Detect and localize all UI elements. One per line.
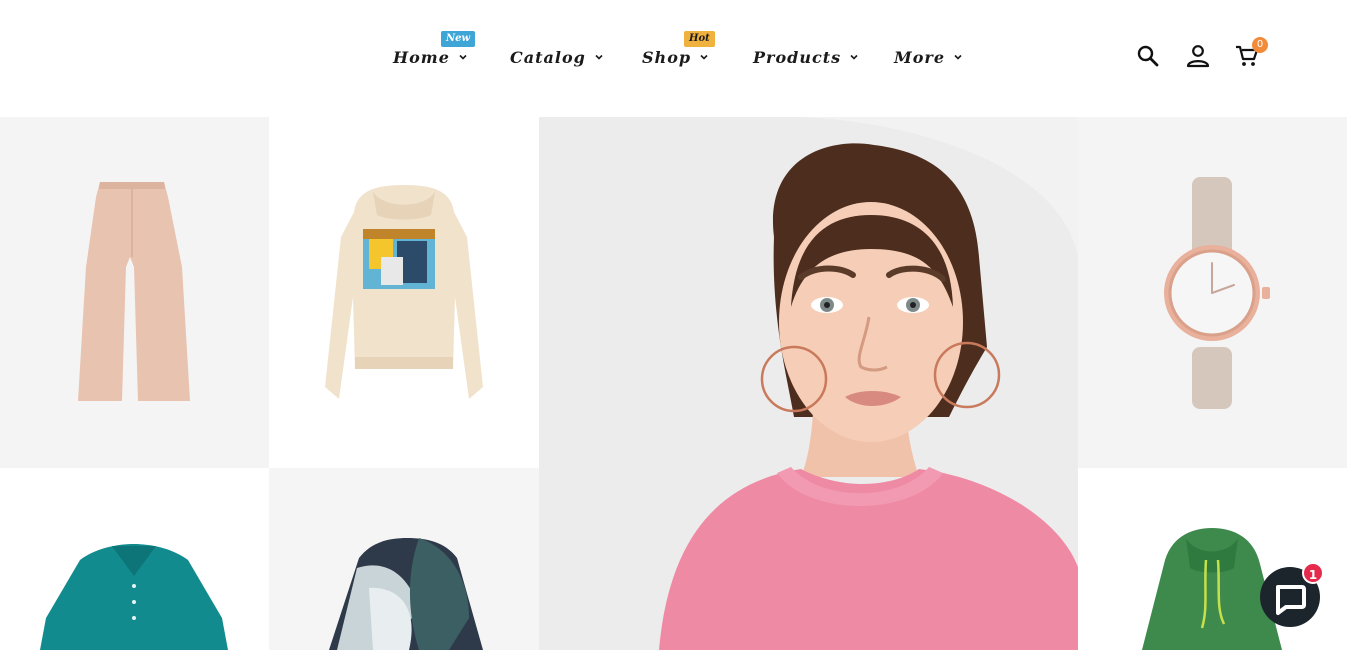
nav-badge-new: New [441, 31, 476, 47]
product-tile-blouse[interactable] [0, 468, 269, 650]
nav-badge-hot: Hot [684, 31, 715, 47]
model-photo [539, 117, 1078, 650]
search-button[interactable] [1135, 43, 1161, 69]
nav-label-more: More [894, 47, 945, 67]
product-tile-print-top[interactable] [269, 468, 539, 650]
chevron-down-icon [700, 54, 708, 60]
nav-label-shop: Shop [642, 47, 692, 67]
cart-count-badge: 0 [1252, 37, 1268, 53]
blouse-image [40, 544, 228, 650]
product-tile-culottes[interactable] [0, 117, 269, 468]
nav-item-home[interactable]: Home New [393, 31, 476, 69]
culottes-image [78, 182, 190, 401]
nav-label-home: Home [393, 47, 450, 67]
user-icon [1186, 45, 1210, 68]
hero-model-image[interactable] [539, 117, 1078, 650]
chevron-down-icon [850, 54, 858, 60]
nav-item-products[interactable]: Products [753, 45, 859, 69]
nav-label-products: Products [753, 47, 842, 67]
nav-item-catalog[interactable]: Catalog [510, 45, 604, 69]
chevron-down-icon [954, 54, 962, 60]
chevron-down-icon [595, 54, 603, 60]
nav-item-more[interactable]: More [894, 45, 963, 69]
product-tile-watch[interactable] [1078, 117, 1347, 468]
hoodie-image [325, 185, 483, 399]
product-tile-hoodie[interactable] [269, 117, 539, 468]
nav-item-shop[interactable]: Shop Hot [642, 31, 715, 69]
chat-unread-badge: 1 [1302, 562, 1324, 584]
site-header: Home New Catalog Shop Hot Products More [0, 0, 1347, 117]
chevron-down-icon [459, 54, 467, 60]
search-icon [1137, 45, 1159, 67]
account-button[interactable] [1185, 43, 1211, 69]
watch-image [1164, 177, 1270, 409]
nav-label-catalog: Catalog [510, 47, 586, 67]
print-top-image [329, 538, 483, 650]
